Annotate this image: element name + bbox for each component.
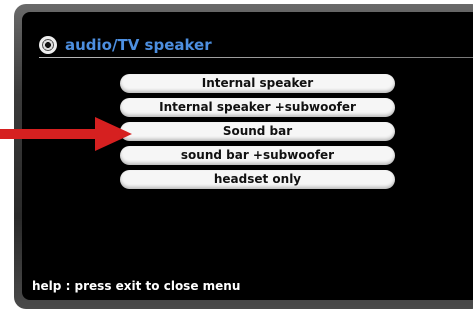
arrow-shape [0,117,132,151]
speaker-options-menu: Internal speaker Internal speaker +subwo… [120,74,395,194]
menu-header: audio/TV speaker [22,12,473,60]
menu-item-internal-speaker[interactable]: Internal speaker [120,74,395,93]
speaker-icon [39,36,57,54]
menu-item-internal-speaker-subwoofer[interactable]: Internal speaker +subwoofer [120,98,395,117]
menu-item-headset-only[interactable]: headset only [120,170,395,189]
menu-item-sound-bar[interactable]: Sound bar [120,122,395,141]
header-divider [39,57,473,58]
menu-title: audio/TV speaker [65,36,212,54]
menu-item-sound-bar-subwoofer[interactable]: sound bar +subwoofer [120,146,395,165]
tv-screen: audio/TV speaker Internal speaker Intern… [22,12,473,300]
help-text: help : press exit to close menu [32,279,241,293]
arrow-right-icon [0,117,132,151]
